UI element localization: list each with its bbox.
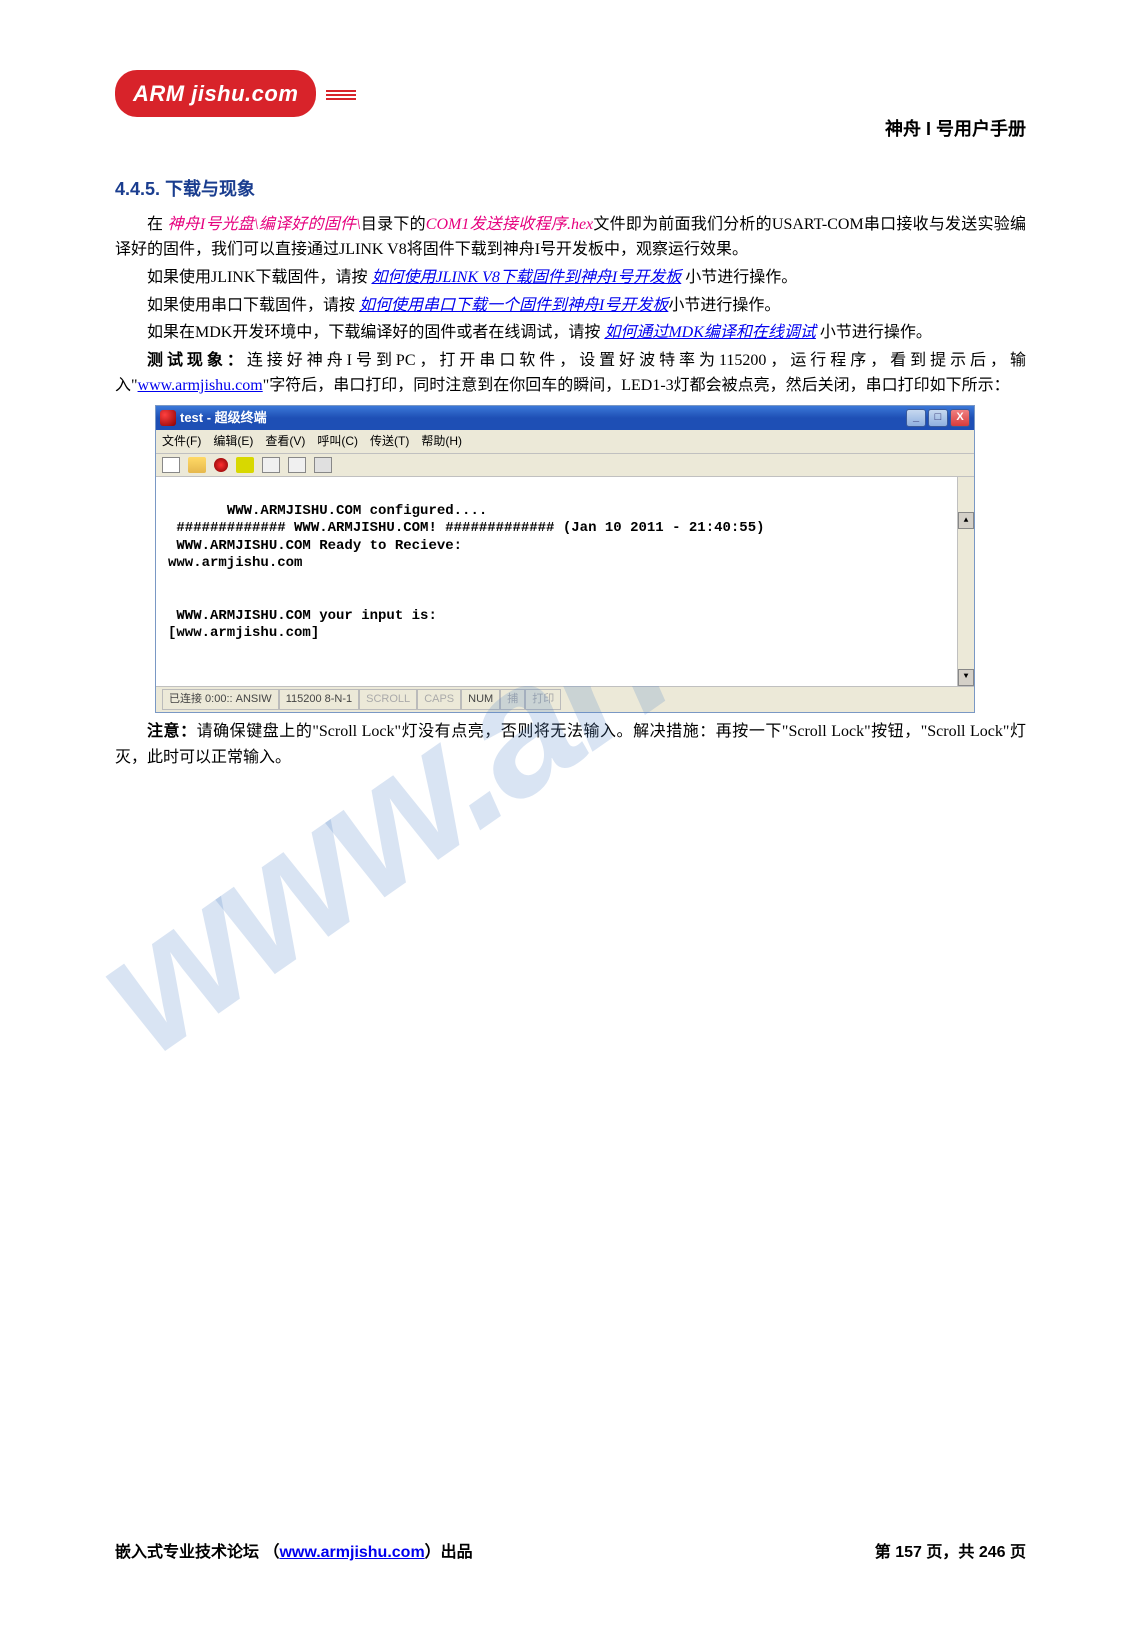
page-total: 246 — [979, 1544, 1006, 1561]
terminal-output[interactable]: WWW.ARMJISHU.COM configured.... ########… — [156, 477, 974, 686]
menubar: 文件(F) 编辑(E) 查看(V) 呼叫(C) 传送(T) 帮助(H) — [156, 430, 974, 454]
statusbar: 已连接 0:00:: ANSIW 115200 8-N-1 SCROLL CAP… — [156, 686, 974, 713]
receive-icon[interactable] — [288, 457, 306, 473]
menu-help[interactable]: 帮助(H) — [421, 432, 462, 451]
logo-container: ARM jishu.com — [115, 70, 316, 117]
paragraph-4: 如果在MDK开发环境中，下载编译好的固件或者在线调试，请按 如何通过MDK编译和… — [115, 320, 1026, 346]
footer-left: 嵌入式专业技术论坛 （www.armjishu.com）出品 — [115, 1540, 473, 1566]
note-text: 请确保键盘上的"Scroll Lock"灯没有点亮，否则将无法输入。解决措施：再… — [115, 723, 1026, 766]
page-content: 4.4.5. 下载与现象 在 神舟I号光盘\编译好的固件\目录下的COM1发送接… — [115, 175, 1026, 770]
menu-transfer[interactable]: 传送(T) — [370, 432, 409, 451]
p3-prefix: 如果使用串口下载固件，请按 — [147, 297, 359, 314]
scroll-down-icon[interactable]: ▼ — [958, 669, 974, 686]
status-print: 打印 — [525, 689, 561, 711]
note-label: 注意： — [147, 723, 197, 740]
paragraph-2: 如果使用JLINK下载固件，请按 如何使用JLINK V8下载固件到神舟I号开发… — [115, 265, 1026, 291]
paragraph-3: 如果使用串口下载固件，请按 如何使用串口下载一个固件到神舟I号开发板小节进行操作… — [115, 293, 1026, 319]
minimize-button[interactable]: _ — [906, 409, 926, 427]
footer-link[interactable]: www.armjishu.com — [279, 1544, 424, 1561]
p4-prefix: 如果在MDK开发环境中，下载编译好的固件或者在线调试，请按 — [147, 324, 604, 341]
footer-right-c: 页 — [1006, 1544, 1026, 1561]
status-caps: CAPS — [417, 689, 461, 711]
manual-title: 神舟 I 号用户手册 — [885, 115, 1026, 144]
properties-icon[interactable] — [314, 457, 332, 473]
site-logo: ARM jishu.com — [115, 70, 316, 117]
page-current: 157 — [895, 1544, 922, 1561]
connect-icon[interactable] — [214, 458, 228, 472]
toolbar — [156, 454, 974, 477]
footer-right: 第 157 页，共 246 页 — [875, 1540, 1026, 1566]
footer-right-a: 第 — [875, 1544, 895, 1561]
p1-file: COM1发送接收程序.hex — [426, 216, 593, 233]
close-button[interactable]: X — [950, 409, 970, 427]
paragraph-1: 在 神舟I号光盘\编译好的固件\目录下的COM1发送接收程序.hex文件即为前面… — [115, 212, 1026, 263]
hyperterminal-window: test - 超级终端 _ □ X 文件(F) 编辑(E) 查看(V) 呼叫(C… — [155, 405, 975, 713]
page-footer: 嵌入式专业技术论坛 （www.armjishu.com）出品 第 157 页，共… — [115, 1540, 1026, 1566]
p4-suffix: 小节进行操作。 — [816, 324, 932, 341]
p3-link[interactable]: 如何使用串口下载一个固件到神舟I号开发板 — [359, 297, 668, 314]
p2-suffix: 小节进行操作。 — [681, 269, 797, 286]
status-connected: 已连接 0:00:: ANSIW — [162, 689, 279, 711]
scroll-up-icon[interactable]: ▲ — [958, 512, 974, 529]
test-label: 测试现象： — [147, 352, 247, 369]
paragraph-test: 测试现象：连接好神舟I号到PC，打开串口软件，设置好波特率为115200，运行程… — [115, 348, 1026, 399]
maximize-button[interactable]: □ — [928, 409, 948, 427]
p1-path: 神舟I号光盘\编译好的固件\ — [167, 216, 360, 233]
menu-call[interactable]: 呼叫(C) — [317, 432, 358, 451]
test-text-b: "字符后，串口打印，同时注意到在你回车的瞬间，LED1-3灯都会被点亮，然后关闭… — [263, 377, 1010, 394]
window-controls: _ □ X — [906, 409, 970, 427]
paragraph-note: 注意：请确保键盘上的"Scroll Lock"灯没有点亮，否则将无法输入。解决措… — [115, 719, 1026, 770]
window-title: test - 超级终端 — [180, 408, 267, 429]
section-heading: 4.4.5. 下载与现象 — [115, 175, 1026, 204]
app-icon — [160, 410, 176, 426]
footer-left-a: 嵌入式专业技术论坛 （ — [115, 1544, 279, 1561]
send-icon[interactable] — [262, 457, 280, 473]
menu-view[interactable]: 查看(V) — [265, 432, 305, 451]
test-link[interactable]: www.armjishu.com — [138, 377, 263, 394]
new-icon[interactable] — [162, 457, 180, 473]
p1-mid: 目录下的 — [361, 216, 426, 233]
status-scroll: SCROLL — [359, 689, 417, 711]
p2-link[interactable]: 如何使用JLINK V8下载固件到神舟I号开发板 — [371, 269, 681, 286]
terminal-text: WWW.ARMJISHU.COM configured.... ########… — [168, 503, 765, 642]
menu-file[interactable]: 文件(F) — [162, 432, 201, 451]
vertical-scrollbar[interactable]: ▲ ▼ — [957, 477, 974, 686]
footer-right-b: 页，共 — [922, 1544, 979, 1561]
open-icon[interactable] — [188, 457, 206, 473]
status-capture: 捕 — [500, 689, 525, 711]
p1-prefix: 在 — [147, 216, 167, 233]
menu-edit[interactable]: 编辑(E) — [213, 432, 253, 451]
footer-left-b: ）出品 — [425, 1544, 473, 1561]
status-num: NUM — [461, 689, 500, 711]
window-titlebar: test - 超级终端 _ □ X — [156, 406, 974, 430]
p4-link[interactable]: 如何通过MDK编译和在线调试 — [604, 324, 816, 341]
status-port: 115200 8-N-1 — [279, 689, 359, 711]
p2-prefix: 如果使用JLINK下载固件，请按 — [147, 269, 371, 286]
section-number: 4.4.5. — [115, 179, 160, 199]
section-title: 下载与现象 — [165, 179, 255, 199]
p3-suffix: 小节进行操作。 — [668, 297, 780, 314]
titlebar-left: test - 超级终端 — [160, 408, 267, 429]
disconnect-icon[interactable] — [236, 457, 254, 473]
